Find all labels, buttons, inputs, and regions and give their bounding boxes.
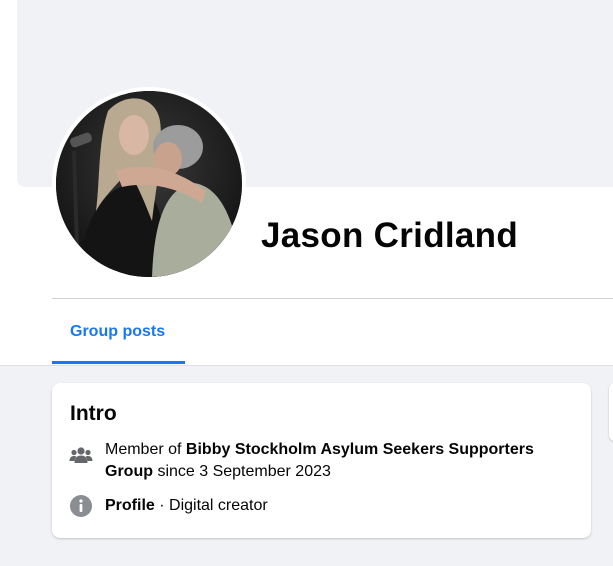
active-tab-indicator: [52, 361, 185, 364]
member-prefix: Member of: [105, 441, 186, 458]
intro-title: Intro: [70, 402, 117, 425]
tab-label: Group posts: [70, 323, 166, 340]
profile-label: Profile: [105, 497, 155, 514]
info-icon: [70, 495, 92, 517]
profile-separator: ·: [154, 497, 170, 514]
avatar-photo: [56, 91, 242, 277]
member-since: since 3 September 2023: [153, 463, 331, 480]
profile-category: Digital creator: [169, 497, 268, 514]
profile-name: Jason Cridland: [261, 216, 519, 255]
tab-group-posts[interactable]: Group posts: [52, 299, 185, 364]
profile-type-text: Profile · Digital creator: [105, 496, 268, 516]
intro-card: Intro Member of Bibby Stockholm Asylum S…: [52, 383, 591, 538]
group-icon: [69, 447, 93, 463]
membership-text: Member of Bibby Stockholm Asylum Seekers…: [105, 439, 575, 483]
side-card: [609, 383, 613, 441]
profile-avatar[interactable]: [56, 91, 242, 277]
